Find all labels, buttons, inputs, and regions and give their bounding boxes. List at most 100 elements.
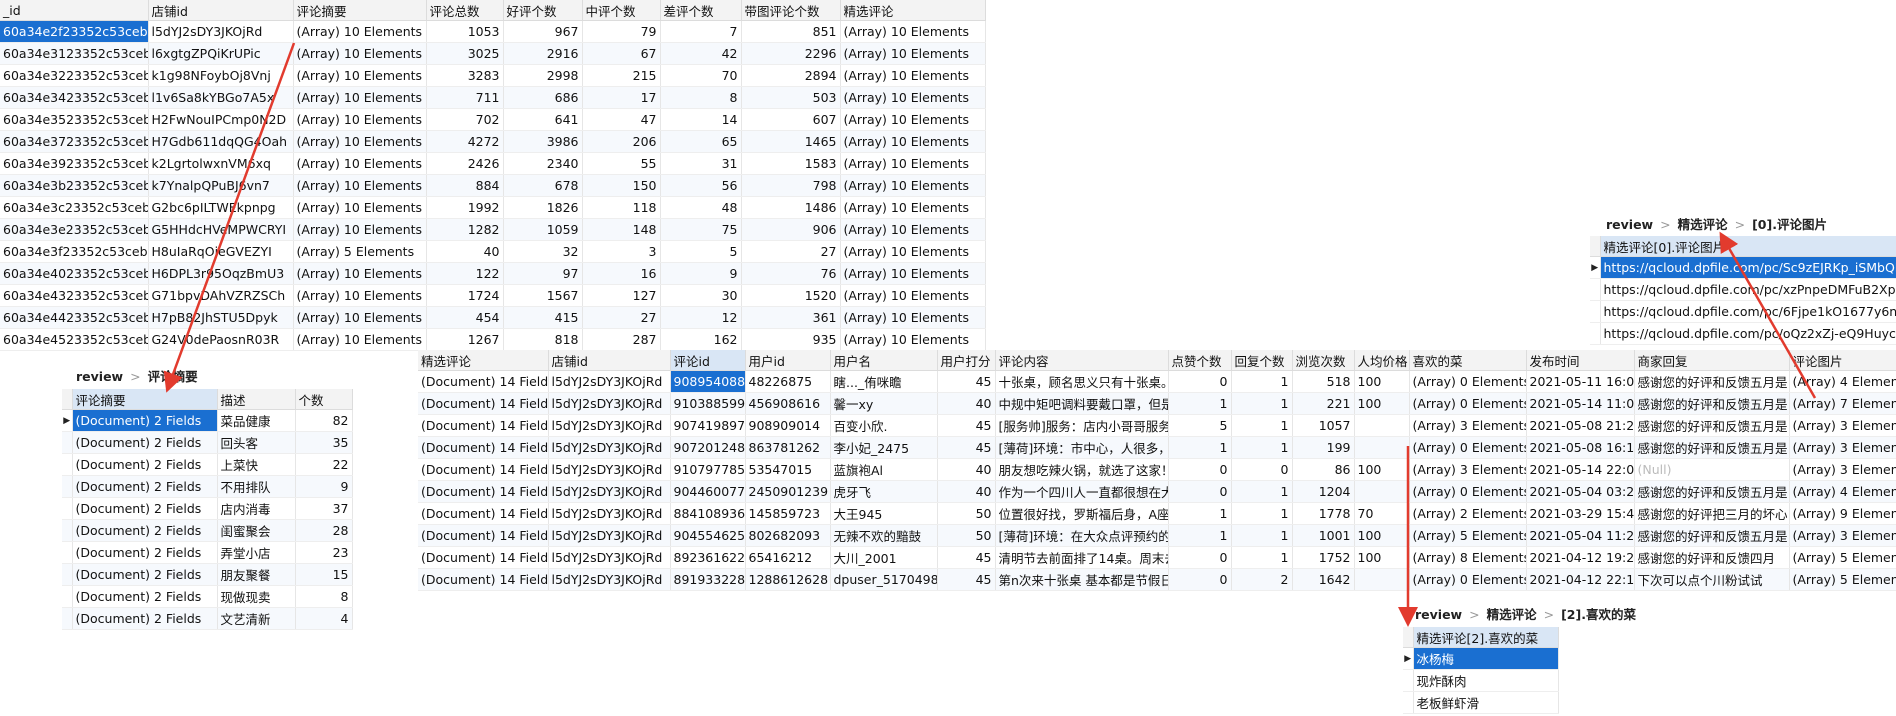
- table-row[interactable]: (Document) 2 Fields 闺蜜聚会 28: [62, 519, 353, 542]
- table-cell[interactable]: [薄荷]环境：在大众点评预约的: [995, 524, 1169, 547]
- table-cell[interactable]: (Array) 0 Elements: [1409, 480, 1527, 503]
- table-cell[interactable]: 8: [295, 585, 353, 608]
- table-cell[interactable]: 大王945: [830, 502, 938, 525]
- column-header[interactable]: 喜欢的菜: [1409, 350, 1527, 371]
- row-selector[interactable]: [62, 541, 73, 564]
- table-row[interactable]: https://qcloud.dpfile.com/pc/6Fjpe1kO167…: [1590, 300, 1896, 323]
- table-cell[interactable]: [1354, 436, 1410, 459]
- table-cell[interactable]: 17: [582, 86, 661, 109]
- table-cell[interactable]: 1: [1231, 370, 1293, 393]
- table-cell[interactable]: 50: [937, 502, 996, 525]
- table-cell[interactable]: (Array) 10 Elements: [293, 174, 427, 197]
- table-cell[interactable]: 2021-03-29 15:44: [1526, 502, 1635, 525]
- table-cell[interactable]: 415: [503, 306, 583, 329]
- column-header[interactable]: 精选评论: [840, 0, 986, 21]
- table-row[interactable]: 60a34e3423352c53cebdf6l1v6Sa8kYBGo7A5x(A…: [0, 86, 986, 109]
- table-cell[interactable]: 910388599: [670, 392, 746, 415]
- table-cell[interactable]: 1778: [1292, 502, 1355, 525]
- table-cell[interactable]: (Null): [1634, 458, 1790, 481]
- image-url-cell[interactable]: https://qcloud.dpfile.com/pc/Sc9zEJRKp_i…: [1600, 256, 1896, 279]
- table-cell[interactable]: 3283: [426, 64, 504, 87]
- dish-cell[interactable]: 现炸酥肉: [1413, 669, 1559, 692]
- table-cell[interactable]: l5dYJ2sDY3JKOjRd: [148, 20, 294, 43]
- table-cell[interactable]: (Document) 2 Fields: [72, 563, 218, 586]
- table-row[interactable]: 老板鲜虾滑: [1403, 691, 1559, 714]
- table-cell[interactable]: l5dYJ2sDY3JKOjRd: [548, 502, 671, 525]
- table-cell[interactable]: 884: [426, 174, 504, 197]
- table-cell[interactable]: 56: [660, 174, 742, 197]
- table-cell[interactable]: 60a34e4323352c53cebdf6: [0, 284, 149, 307]
- table-cell[interactable]: 60a34e3e23352c53cebdf6: [0, 218, 149, 241]
- table-cell[interactable]: 朋友聚餐: [217, 563, 296, 586]
- table-cell[interactable]: 2998: [503, 64, 583, 87]
- table-cell[interactable]: 大川_2001: [830, 546, 938, 569]
- table-cell[interactable]: (Document) 14 Fields: [418, 480, 549, 503]
- table-row[interactable]: (Document) 14 Fields l5dYJ2sDY3JKOjRd 9045…: [418, 524, 1896, 547]
- table-cell[interactable]: 2021-05-14 22:04: [1526, 458, 1635, 481]
- table-cell[interactable]: 60a34e2f23352c53cebdf6: [0, 20, 149, 43]
- table-row[interactable]: 60a34e4323352c53cebdf6G71bpvDAhVZRZSCh(A…: [0, 284, 986, 307]
- table-cell[interactable]: 蓝旗袍Al: [830, 458, 938, 481]
- table-row[interactable]: (Document) 14 Fields l5dYJ2sDY3JKOjRd 8841…: [418, 502, 1896, 525]
- table-cell[interactable]: (Document) 14 Fields: [418, 524, 549, 547]
- table-row[interactable]: 60a34e3223352c53cebdf6k1g98NFoybOj8Vnj(A…: [0, 64, 986, 87]
- table-cell[interactable]: 45: [937, 568, 996, 591]
- column-header[interactable]: 精选评论: [418, 350, 549, 371]
- column-header[interactable]: 用户打分: [937, 350, 996, 371]
- table-cell[interactable]: (Array) 0 Elements: [1409, 370, 1527, 393]
- table-row[interactable]: 60a34e3b23352c53cebdf6k7YnalpQPuBJ6vn7(A…: [0, 174, 986, 197]
- table-cell[interactable]: 678: [503, 174, 583, 197]
- table-cell[interactable]: (Array) 10 Elements: [293, 262, 427, 285]
- table-cell[interactable]: (Document) 14 Fields: [418, 502, 549, 525]
- table-cell[interactable]: (Array) 10 Elements: [293, 42, 427, 65]
- stores-grid[interactable]: _id 店铺id 评论摘要 评论总数 好评个数 中评个数 差评个数 带图评论个数 精选评论 60…: [0, 0, 986, 351]
- table-cell[interactable]: [薄荷]环境：市中心，人很多，: [995, 436, 1169, 459]
- table-cell[interactable]: 1288612628: [745, 568, 831, 591]
- table-cell[interactable]: 1053: [426, 20, 504, 43]
- table-cell[interactable]: 65: [660, 130, 742, 153]
- table-cell[interactable]: (Array) 3 Elements: [1789, 458, 1896, 481]
- table-cell[interactable]: 802682093: [745, 524, 831, 547]
- table-cell[interactable]: 60a34e3923352c53cebdf6: [0, 152, 149, 175]
- table-cell[interactable]: 82: [295, 409, 353, 432]
- table-cell[interactable]: 2916: [503, 42, 583, 65]
- table-cell[interactable]: 503: [741, 86, 841, 109]
- table-row[interactable]: 现炸酥肉: [1403, 669, 1559, 692]
- table-cell[interactable]: 818: [503, 328, 583, 351]
- table-cell[interactable]: (Array) 10 Elements: [840, 86, 986, 109]
- table-cell[interactable]: (Array) 10 Elements: [840, 64, 986, 87]
- table-cell[interactable]: 感谢您的好评和反馈五月是: [1634, 370, 1790, 393]
- table-cell[interactable]: (Array) 2 Elements: [1409, 502, 1527, 525]
- table-cell[interactable]: 55: [582, 152, 661, 175]
- table-cell[interactable]: 711: [426, 86, 504, 109]
- table-cell[interactable]: (Document) 2 Fields: [72, 475, 218, 498]
- table-row[interactable]: 60a34e3c23352c53cebdf6G2bc6pILTWEkpnpg(A…: [0, 196, 986, 219]
- table-cell[interactable]: l5dYJ2sDY3JKOjRd: [548, 524, 671, 547]
- table-cell[interactable]: (Array) 10 Elements: [293, 108, 427, 131]
- table-cell[interactable]: 1282: [426, 218, 504, 241]
- table-cell[interactable]: 100: [1354, 524, 1410, 547]
- table-cell[interactable]: 1: [1231, 502, 1293, 525]
- table-cell[interactable]: (Array) 5 Elements: [1789, 568, 1896, 591]
- table-cell[interactable]: 1: [1231, 546, 1293, 569]
- row-selector[interactable]: [1590, 300, 1601, 323]
- table-cell[interactable]: 32: [503, 240, 583, 263]
- table-cell[interactable]: 60a34e3423352c53cebdf6: [0, 86, 149, 109]
- table-cell[interactable]: (Array) 10 Elements: [293, 218, 427, 241]
- table-cell[interactable]: 现做现卖: [217, 585, 296, 608]
- table-cell[interactable]: [1354, 480, 1410, 503]
- table-cell[interactable]: 906: [741, 218, 841, 241]
- table-row[interactable]: (Document) 2 Fields 文艺清新 4: [62, 607, 353, 630]
- table-cell[interactable]: 206: [582, 130, 661, 153]
- table-cell[interactable]: (Array) 10 Elements: [293, 306, 427, 329]
- table-cell[interactable]: (Array) 10 Elements: [840, 240, 986, 263]
- column-header[interactable]: 中评个数: [582, 0, 661, 21]
- column-header[interactable]: 评论内容: [995, 350, 1169, 371]
- table-row[interactable]: 60a34e2f23352c53cebdf6l5dYJ2sDY3JKOjRd(A…: [0, 20, 986, 43]
- table-cell[interactable]: 无辣不欢的黯鼓: [830, 524, 938, 547]
- table-cell[interactable]: (Document) 2 Fields: [72, 607, 218, 630]
- table-cell[interactable]: k1g98NFoybOj8Vnj: [148, 64, 294, 87]
- dish-cell[interactable]: 冰杨梅: [1413, 647, 1559, 670]
- table-cell[interactable]: l5dYJ2sDY3JKOjRd: [548, 392, 671, 415]
- table-cell[interactable]: 935: [741, 328, 841, 351]
